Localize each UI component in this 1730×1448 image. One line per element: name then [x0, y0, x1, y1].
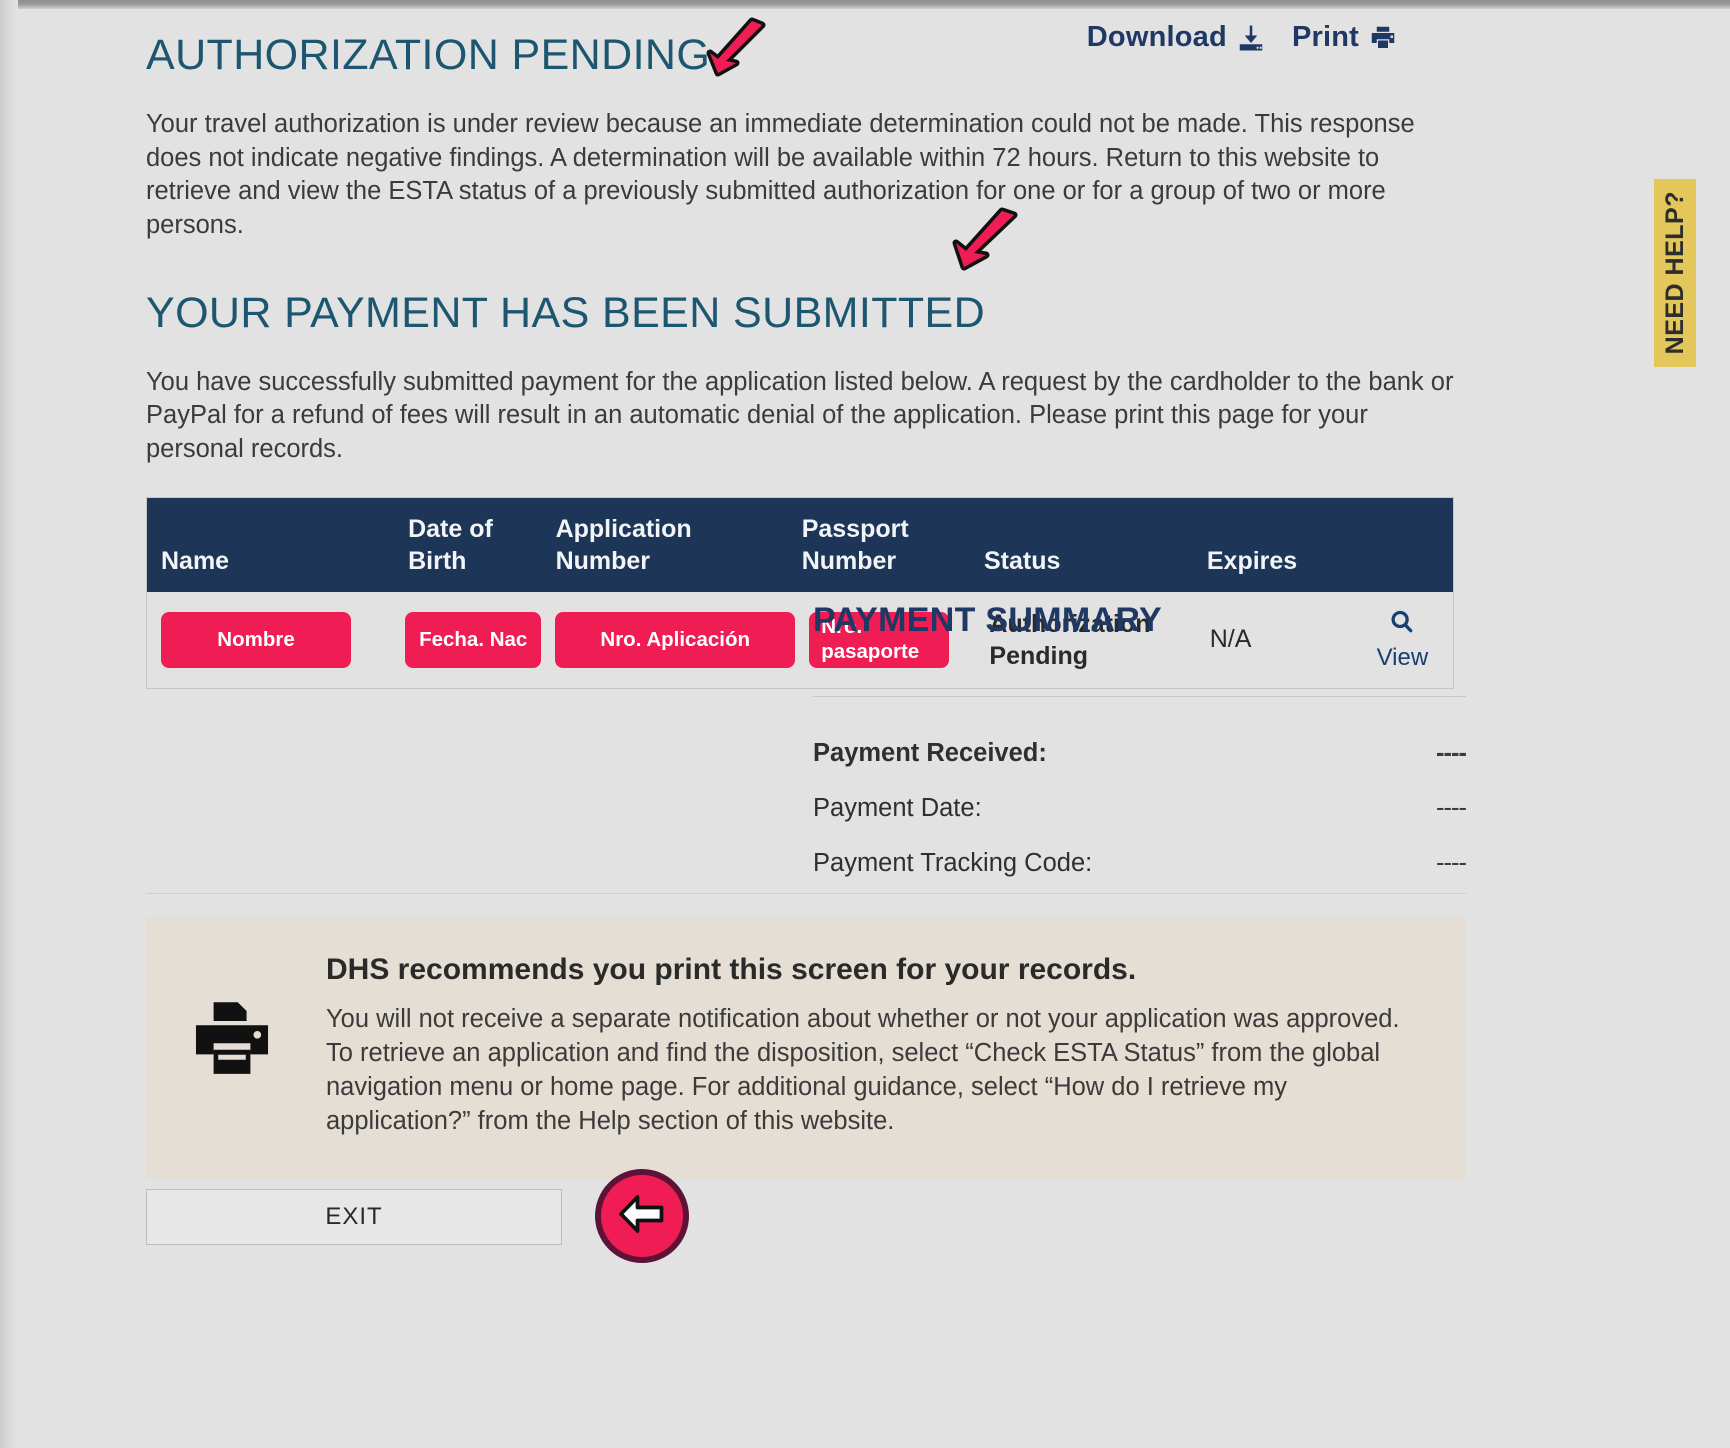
- payment-date-value: ----: [1436, 794, 1467, 822]
- dhs-print-notice: DHS recommends you print this screen for…: [146, 917, 1466, 1179]
- page-title-payment-submitted: YOUR PAYMENT HAS BEEN SUBMITTED: [146, 288, 986, 337]
- need-help-tab[interactable]: NEED HELP?: [1654, 179, 1696, 367]
- payment-summary: PAYMENT SUMMARY Payment Received: ---- P…: [813, 601, 1467, 878]
- column-header-name: Name: [161, 546, 230, 575]
- redaction-application-number: Nro. Aplicación: [555, 611, 796, 668]
- download-button[interactable]: Download: [1087, 21, 1266, 54]
- column-header-expires: Expires: [1206, 546, 1298, 575]
- need-help-label: NEED HELP?: [1660, 191, 1689, 355]
- printer-icon: [1368, 23, 1398, 53]
- cell-date-of-birth: Fecha. Nac: [391, 611, 542, 668]
- column-header-passport-line2: Number: [801, 546, 897, 575]
- payment-received-label: Payment Received:: [813, 739, 1047, 767]
- column-header-date-of-birth: Date of Birth: [394, 513, 541, 577]
- dhs-notice-text: You will not receive a separate notifica…: [326, 1005, 1400, 1135]
- cell-name: Nombre: [147, 611, 391, 668]
- cell-application-number: Nro. Aplicación: [541, 611, 796, 668]
- download-label: Download: [1086, 21, 1227, 53]
- payment-tracking-code-value: ----: [1436, 849, 1467, 877]
- redaction-date-of-birth: Fecha. Nac: [405, 611, 542, 668]
- payment-tracking-code-row: Payment Tracking Code: ----: [813, 849, 1467, 878]
- table-header-row: Name Date of Birth Application Number Pa…: [147, 497, 1453, 592]
- esta-result-page: Download Print NEED HELP? AUTHORIZATION …: [18, 9, 1696, 1448]
- back-button[interactable]: [595, 1169, 689, 1263]
- payment-date-label: Payment Date:: [813, 794, 982, 822]
- page-actions: Download Print: [1087, 21, 1398, 54]
- payment-summary-divider: [813, 696, 1466, 697]
- column-header-status: Status: [983, 546, 1061, 575]
- payment-tracking-code-label: Payment Tracking Code:: [813, 849, 1093, 877]
- payment-submitted-body: You have successfully submitted payment …: [146, 367, 1454, 463]
- authorization-pending-body: Your travel authorization is under revie…: [146, 110, 1415, 239]
- download-icon: [1236, 23, 1266, 53]
- exit-button[interactable]: EXIT: [146, 1189, 562, 1245]
- payment-received-value: ----: [1436, 739, 1467, 767]
- print-label: Print: [1291, 21, 1359, 53]
- column-header-application-number: Application Number: [555, 514, 692, 575]
- window-left-edge: [0, 0, 18, 1448]
- payment-summary-title: PAYMENT SUMMARY: [813, 601, 1162, 639]
- printer-icon: [186, 953, 290, 1139]
- section-divider: [146, 893, 1466, 894]
- payment-date-row: Payment Date: ----: [813, 794, 1467, 823]
- dhs-notice-body: DHS recommends you print this screen for…: [326, 953, 1426, 1139]
- main-content: AUTHORIZATION PENDING Your travel author…: [146, 9, 1466, 689]
- dhs-notice-heading: DHS recommends you print this screen for…: [326, 953, 1137, 986]
- window-top-edge: [0, 0, 1730, 9]
- payment-received-row: Payment Received: ----: [813, 739, 1467, 768]
- column-header-dob-line2: Birth: [408, 546, 467, 575]
- column-header-dob-line1: Date of: [408, 514, 493, 543]
- column-header-passport-line1: Passport: [801, 514, 909, 543]
- back-arrow-icon: [612, 1184, 672, 1249]
- column-header-passport-number: Passport Number: [788, 513, 970, 577]
- print-button[interactable]: Print: [1292, 21, 1398, 54]
- redaction-name: Nombre: [161, 611, 351, 668]
